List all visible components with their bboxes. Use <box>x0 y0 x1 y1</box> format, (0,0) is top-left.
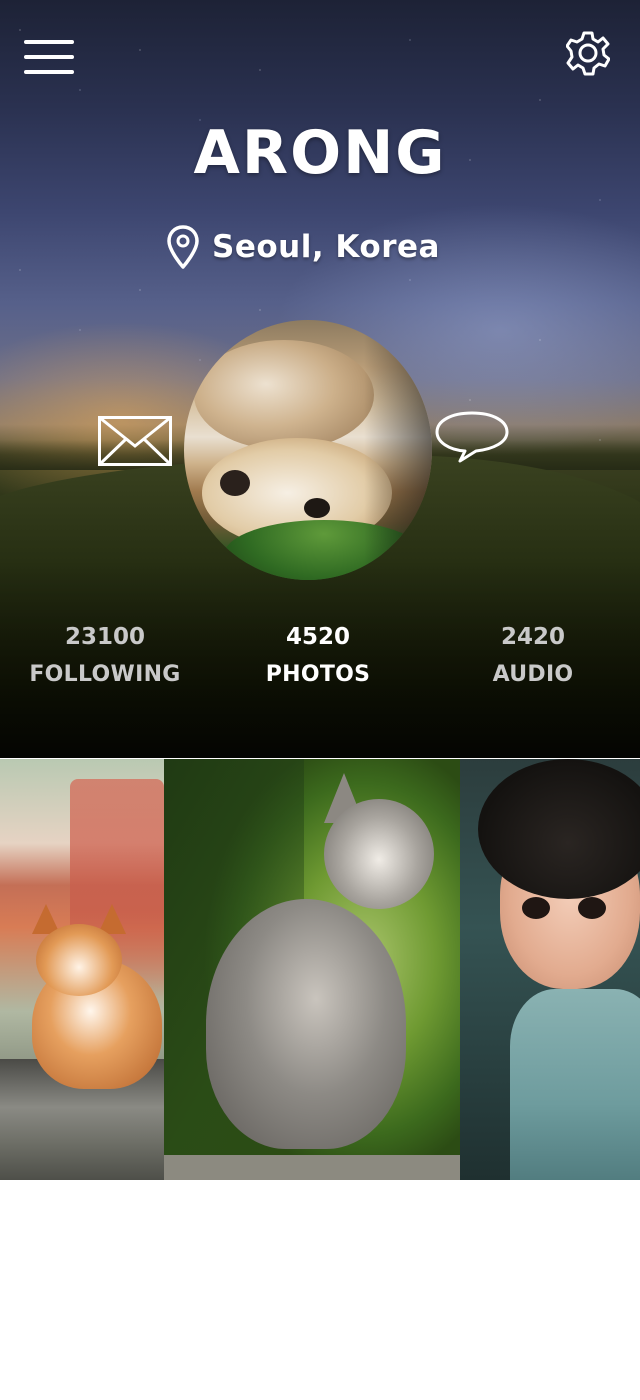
stat-photos[interactable]: 4520 PHOTOS <box>228 620 408 687</box>
stat-value: 23100 <box>64 624 146 650</box>
corgi-photo[interactable] <box>0 759 164 1180</box>
stat-label: FOLLOWING <box>29 662 181 687</box>
menu-line <box>24 40 74 44</box>
stat-label: PHOTOS <box>265 662 371 687</box>
menu-line <box>24 70 74 74</box>
corgi-head <box>36 924 122 996</box>
kitten-photo[interactable] <box>164 759 460 1180</box>
kitten-head <box>324 799 434 909</box>
location-text: Seoul, Korea <box>212 229 440 265</box>
child-shirt <box>510 989 640 1180</box>
profile-avatar[interactable] <box>184 320 432 580</box>
avatar-shade <box>364 320 432 580</box>
profile-header: ARONG Seoul, Korea 23100 FOLLOWING 4520 … <box>0 0 640 758</box>
child-photo[interactable] <box>460 759 640 1180</box>
stat-label: AUDIO <box>492 662 574 687</box>
rock-ledge <box>164 1155 460 1180</box>
avatar-dog-nose <box>220 470 250 496</box>
stat-audio[interactable]: 2420 AUDIO <box>443 620 623 687</box>
kitten-body <box>206 899 406 1149</box>
stat-value: 4520 <box>285 624 350 650</box>
stat-value: 2420 <box>500 624 565 650</box>
stat-following[interactable]: 23100 FOLLOWING <box>15 620 195 687</box>
envelope-icon[interactable] <box>98 416 172 466</box>
profile-location: Seoul, Korea <box>166 222 440 272</box>
gear-icon[interactable] <box>565 27 611 79</box>
avatar-cat <box>194 340 374 450</box>
hamburger-menu-icon[interactable] <box>24 40 76 74</box>
child-eye <box>522 897 550 919</box>
avatar-dog-eye <box>304 498 330 518</box>
menu-line <box>24 55 74 59</box>
profile-name: ARONG <box>193 118 447 188</box>
child-eye <box>578 897 606 919</box>
speech-bubble-icon[interactable] <box>434 410 510 464</box>
profile-stats: 23100 FOLLOWING 4520 PHOTOS 2420 AUDIO <box>0 620 640 700</box>
map-pin-icon <box>167 225 199 269</box>
photo-gallery <box>0 759 640 1180</box>
